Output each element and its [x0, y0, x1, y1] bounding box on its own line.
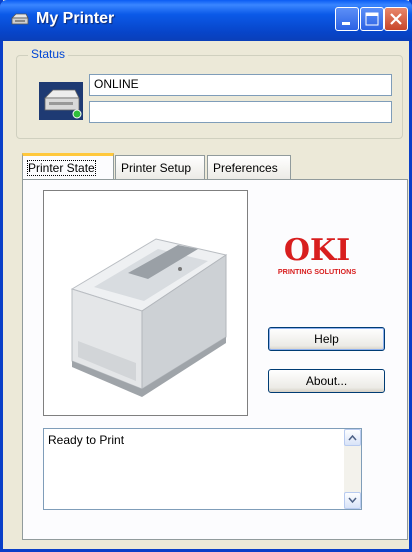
title-bar[interactable]: My Printer [0, 0, 412, 41]
scroll-up-button[interactable] [344, 429, 361, 446]
printer-image [43, 190, 248, 416]
svg-text:PRINTING SOLUTIONS: PRINTING SOLUTIONS [278, 267, 356, 276]
tab-preferences[interactable]: Preferences [207, 155, 291, 179]
maximize-icon [365, 12, 379, 26]
minimize-icon [342, 22, 350, 25]
help-button[interactable]: Help [268, 327, 385, 351]
tab-printer-state[interactable]: Printer State [22, 153, 114, 179]
tab-label: Preferences [213, 161, 278, 175]
svg-text:OKI: OKI [284, 233, 350, 268]
status-line-2 [89, 101, 392, 123]
close-button[interactable] [384, 7, 408, 31]
status-label: Status [28, 47, 69, 61]
tab-printer-setup[interactable]: Printer Setup [115, 155, 205, 179]
message-box[interactable]: Ready to Print [43, 428, 362, 510]
printer-status-icon [39, 82, 83, 120]
tab-label: Printer Setup [121, 161, 192, 175]
printer-picture [70, 238, 228, 397]
message-scrollbar[interactable] [344, 429, 361, 509]
minimize-button[interactable] [335, 7, 359, 31]
status-line-1: ONLINE [89, 74, 392, 96]
window-title: My Printer [36, 10, 115, 27]
my-printer-window: My Printer Status ONLINE Printer State P… [0, 0, 412, 552]
chevron-up-icon [348, 434, 357, 441]
tab-label: Printer State [27, 160, 96, 176]
message-text: Ready to Print [48, 433, 125, 447]
scroll-down-button[interactable] [344, 492, 361, 509]
maximize-button[interactable] [360, 7, 384, 31]
about-button[interactable]: About... [268, 369, 385, 393]
oki-logo: OKI PRINTING SOLUTIONS [278, 233, 356, 276]
close-icon [390, 13, 402, 25]
printer-icon [11, 13, 29, 25]
chevron-down-icon [348, 497, 357, 504]
